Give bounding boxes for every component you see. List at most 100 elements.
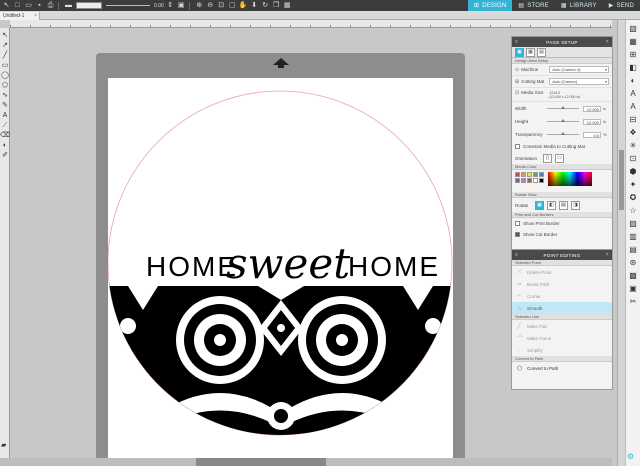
panel-menu-icon[interactable]: ≡	[515, 252, 518, 258]
tile-pattern[interactable]	[108, 286, 453, 458]
show-cut-border-checkbox[interactable]	[515, 232, 520, 237]
redraw-icon[interactable]: ↻	[261, 1, 270, 10]
fill-color-icon[interactable]: ▣	[177, 1, 186, 10]
library-panel-icon[interactable]: ▤	[627, 243, 639, 256]
close-tab-icon[interactable]: ×	[34, 12, 37, 20]
grid-panel-icon[interactable]: ▦	[627, 35, 639, 48]
pixscan-icon[interactable]: ⊛	[627, 256, 639, 269]
tab-page-setup-design[interactable]: ▣	[515, 47, 524, 57]
delete-point-button[interactable]: ⤫ Delete Point	[512, 266, 612, 278]
text-style-icon[interactable]: A	[627, 100, 639, 113]
color-spectrum[interactable]	[548, 172, 592, 186]
transparency-slider[interactable]	[547, 132, 579, 135]
height-input[interactable]: 12.000	[583, 118, 601, 125]
vertical-scroll-thumb[interactable]	[619, 150, 624, 210]
color-swatch[interactable]	[521, 178, 526, 183]
open-folder-icon[interactable]: ▭	[24, 1, 33, 10]
tab-page-setup-grid[interactable]: ▦	[526, 47, 535, 57]
text-panel-icon[interactable]: A	[627, 87, 639, 100]
machine-select[interactable]: Auto (Cameo 4)	[549, 66, 609, 73]
convert-to-path-button[interactable]: ⬠ Convert to Path	[512, 362, 612, 374]
sketch-icon[interactable]: ✦	[627, 178, 639, 191]
panel-menu-icon[interactable]: ≡	[515, 39, 518, 45]
print-icon[interactable]: ⎙	[46, 1, 55, 10]
tab-page-setup-print[interactable]: ▤	[537, 47, 546, 57]
corner-button[interactable]: ⌐ Corner	[512, 290, 612, 302]
fill-tool-icon[interactable]: ◐	[1, 140, 10, 150]
make-curve-button[interactable]: ⌒ Make Curve	[512, 332, 612, 344]
horizontal-scroll-thumb[interactable]	[196, 458, 326, 466]
color-swatch[interactable]	[533, 172, 538, 177]
page-setup-icon[interactable]: ▧	[627, 22, 639, 35]
tab-design[interactable]: ⊞ DESIGN	[467, 0, 513, 11]
knife-tool-icon[interactable]: ⟋	[1, 120, 10, 130]
line-panel-icon[interactable]: ◐	[627, 74, 639, 87]
constrain-media-checkbox[interactable]	[515, 144, 520, 149]
tab-send[interactable]: ▶ SEND	[603, 0, 640, 11]
show-print-border-checkbox[interactable]	[515, 221, 520, 226]
folder-icon[interactable]: ▰	[1, 441, 10, 450]
replicate-icon[interactable]: ❖	[627, 126, 639, 139]
map-icon[interactable]: ▩	[627, 269, 639, 282]
rotate-90-button[interactable]: ◧	[547, 200, 556, 210]
width-input[interactable]: 12.000	[583, 105, 601, 112]
rectangle-tool-icon[interactable]: ▭	[1, 60, 10, 70]
document-tab[interactable]: Untitled-1 ×	[0, 12, 40, 20]
grid-icon[interactable]: ▦	[283, 1, 292, 10]
select-tool-icon[interactable]: ↖	[1, 30, 10, 40]
rotate-0-button[interactable]: ▣	[535, 200, 544, 210]
line-color-icon[interactable]: ▬	[64, 1, 73, 10]
cutting-mat-select[interactable]: Auto (Cameo)	[549, 78, 609, 85]
zoom-out-icon[interactable]: ⊖	[206, 1, 215, 10]
polygon-tool-icon[interactable]: ⬠	[1, 80, 10, 90]
tab-library[interactable]: ▦ LIBRARY	[555, 0, 603, 11]
color-swatch[interactable]	[515, 178, 520, 183]
transform-icon[interactable]: ⊞	[627, 48, 639, 61]
layers-icon[interactable]: ❐	[272, 1, 281, 10]
panel-close-icon[interactable]: ×	[606, 39, 609, 45]
page-setup-header[interactable]: ≡ PAGE SETUP ×	[512, 37, 612, 47]
zoom-in-icon[interactable]: ⊕	[195, 1, 204, 10]
eyedropper-tool-icon[interactable]: ✐	[1, 150, 10, 160]
fill-panel-icon[interactable]: ◧	[627, 61, 639, 74]
pencil-tool-icon[interactable]: ✎	[1, 100, 10, 110]
ellipse-tool-icon[interactable]: ◯	[1, 70, 10, 80]
color-swatch[interactable]	[515, 172, 520, 177]
modify-icon[interactable]: ⬢	[627, 165, 639, 178]
height-slider[interactable]	[547, 119, 579, 122]
eraser-tool-icon[interactable]: ⌫	[0, 130, 10, 140]
text-tool-icon[interactable]: A	[1, 110, 10, 120]
nesting-icon[interactable]: ▨	[627, 217, 639, 230]
simplify-button[interactable]: ◌ Simplify	[512, 344, 612, 356]
rotate-270-button[interactable]: ◨	[571, 200, 580, 210]
zoom-select-icon[interactable]: ⊡	[217, 1, 226, 10]
trace-icon[interactable]: ⊡	[627, 152, 639, 165]
design-text-home-left[interactable]: HOME	[146, 251, 238, 282]
line-style-select[interactable]	[76, 2, 102, 9]
color-swatch[interactable]	[521, 172, 526, 177]
rhinestone-icon[interactable]: ☆	[627, 204, 639, 217]
color-swatch[interactable]	[539, 178, 544, 183]
line-width-value[interactable]: 0.00	[154, 3, 164, 9]
save-icon[interactable]: ▪	[35, 1, 44, 10]
portrait-button[interactable]: ▯	[543, 153, 552, 163]
break-path-button[interactable]: ✂ Break Path	[512, 278, 612, 290]
smooth-button[interactable]: ∿ Smooth	[512, 302, 612, 314]
design-artwork[interactable]: HOME sweet HOME	[107, 78, 453, 458]
new-document-icon[interactable]: □	[13, 1, 22, 10]
pointer-icon[interactable]: ↖	[2, 1, 11, 10]
tile-icon[interactable]: ▣	[627, 282, 639, 295]
cut-settings-icon[interactable]: ✂	[627, 295, 639, 308]
line-width-arrows-icon[interactable]: ⇕	[166, 1, 175, 10]
weld-icon[interactable]: ✪	[627, 191, 639, 204]
edit-points-tool-icon[interactable]: ↗	[1, 40, 10, 50]
align-icon[interactable]: ⊟	[627, 113, 639, 126]
line-tool-icon[interactable]: ╱	[1, 50, 10, 60]
color-swatch[interactable]	[527, 178, 532, 183]
layers-panel-icon[interactable]: ▥	[627, 230, 639, 243]
landscape-button[interactable]: ▭	[555, 153, 564, 163]
hand-pan-icon[interactable]: ✋	[239, 1, 248, 10]
design-text-home-right[interactable]: HOME	[348, 251, 440, 282]
move-down-icon[interactable]: ⬇	[250, 1, 259, 10]
make-flat-button[interactable]: ╱ Make Flat	[512, 320, 612, 332]
